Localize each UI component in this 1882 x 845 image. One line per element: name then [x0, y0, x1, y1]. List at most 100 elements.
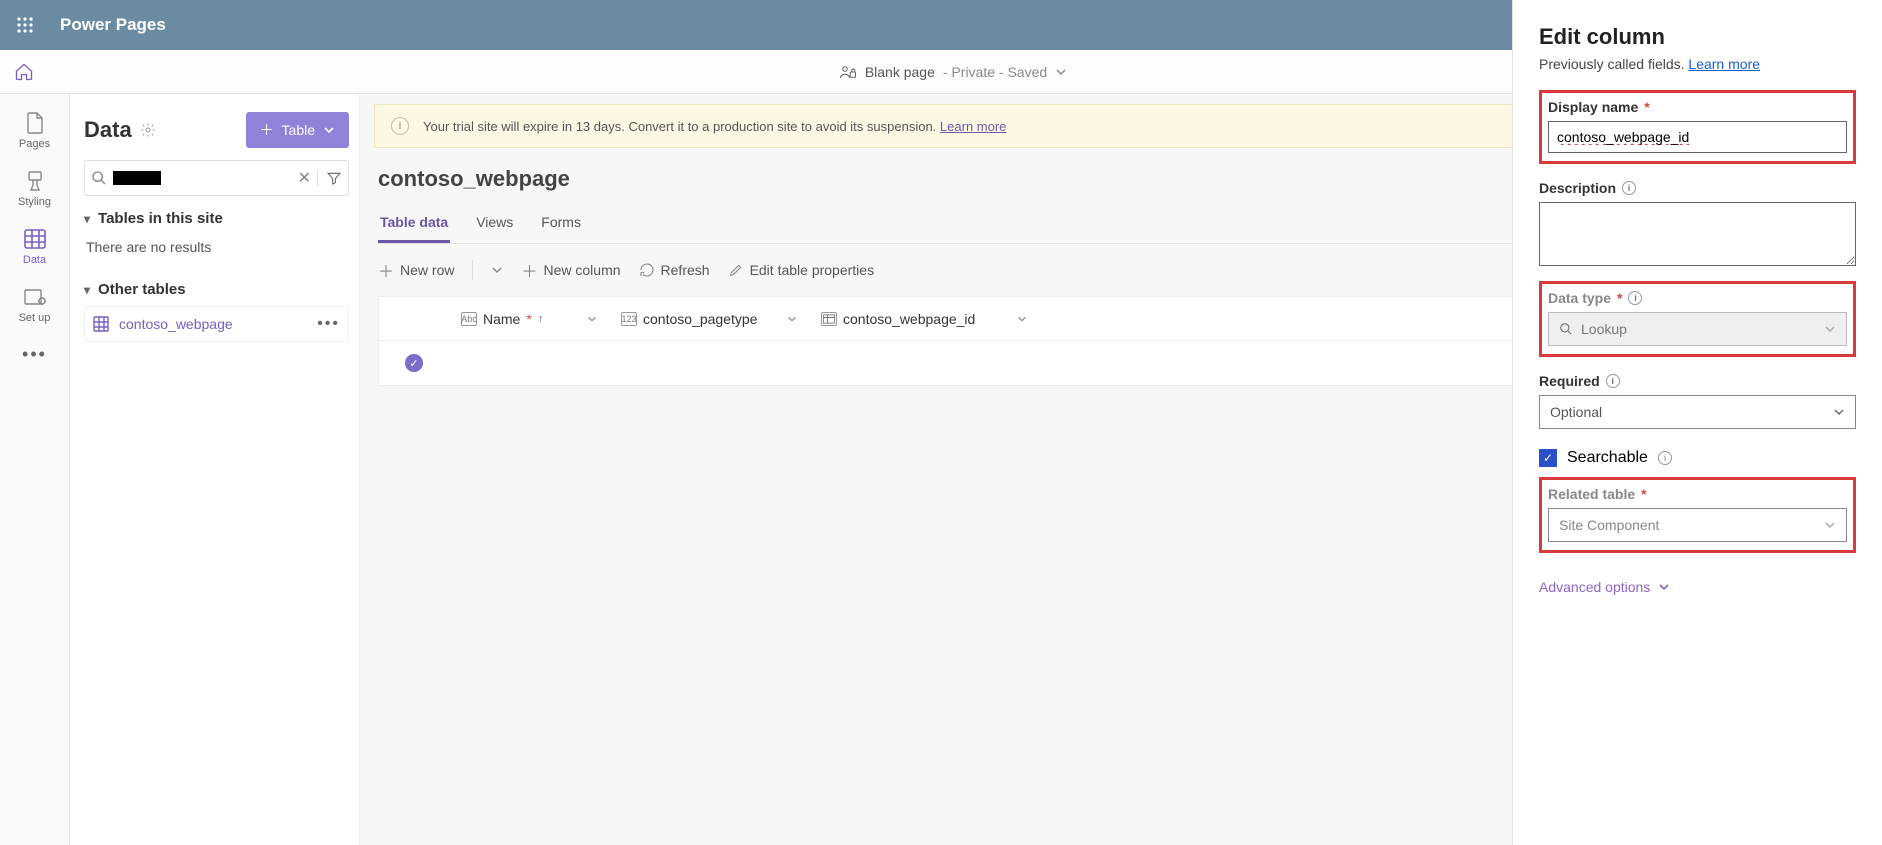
new-column-button[interactable]: ＋ New column: [521, 258, 620, 282]
description-label: Description: [1539, 180, 1616, 196]
flyout-subtitle: Previously called fields.: [1539, 56, 1685, 72]
filter-icon[interactable]: [317, 170, 342, 186]
table-name: contoso_webpage: [119, 316, 233, 332]
new-row-split-chevron[interactable]: [491, 264, 503, 276]
brand-title: Power Pages: [60, 15, 166, 35]
rail-item-pages[interactable]: Pages: [0, 104, 70, 158]
tab-table-data[interactable]: Table data: [378, 204, 450, 243]
chevron-down-icon[interactable]: [1055, 66, 1067, 78]
display-name-label: Display name: [1548, 99, 1638, 115]
page-status[interactable]: Blank page - Private - Saved: [839, 63, 1067, 81]
page-icon: [24, 112, 46, 134]
table-search[interactable]: ✕: [84, 160, 349, 196]
info-icon[interactable]: i: [1622, 181, 1636, 195]
rail-item-data[interactable]: Data: [0, 220, 70, 274]
rail-item-styling[interactable]: Styling: [0, 162, 70, 216]
display-name-input[interactable]: [1548, 121, 1847, 153]
plus-icon: ＋: [378, 258, 394, 282]
refresh-icon: [639, 262, 655, 278]
required-select[interactable]: Optional: [1539, 395, 1856, 429]
chevron-down-icon[interactable]: [587, 314, 597, 324]
chevron-down-icon: [1824, 519, 1836, 531]
chevron-down-icon: [1833, 406, 1845, 418]
brush-icon: [24, 170, 46, 192]
column-header-webpageid[interactable]: contoso_webpage_id: [809, 311, 1039, 327]
chevron-down-icon: [1824, 323, 1836, 335]
data-type-value: Lookup: [1581, 321, 1627, 337]
rail-label: Data: [23, 254, 46, 266]
chevron-down-icon[interactable]: [1017, 314, 1027, 324]
edit-table-properties-button[interactable]: Edit table properties: [728, 262, 875, 278]
edit-column-panel: Edit column Previously called fields. Le…: [1512, 0, 1882, 845]
plus-icon: ＋: [260, 120, 274, 140]
app-launcher-icon[interactable]: [10, 10, 40, 40]
chevron-down-icon: [323, 124, 335, 136]
section-other-tables[interactable]: ▾ Other tables: [84, 281, 349, 298]
table-icon: [93, 316, 109, 332]
setup-icon: [24, 286, 46, 308]
rail-label: Set up: [19, 312, 51, 324]
clear-search-icon[interactable]: ✕: [292, 168, 317, 188]
new-table-button[interactable]: ＋ Table: [246, 112, 349, 148]
banner-learn-more-link[interactable]: Learn more: [940, 119, 1006, 134]
table-list-item[interactable]: contoso_webpage •••: [84, 306, 349, 342]
search-query-redacted: [113, 171, 161, 185]
chevron-down-icon: ▾: [84, 283, 90, 297]
col-label: Name: [483, 311, 520, 327]
search-icon: [1559, 322, 1573, 336]
required-label: Required: [1539, 373, 1600, 389]
chevron-down-icon: [1658, 581, 1670, 593]
pencil-icon: [728, 262, 744, 278]
banner-text: Your trial site will expire in 13 days. …: [423, 119, 936, 134]
refresh-label: Refresh: [661, 262, 710, 278]
table-icon: [24, 228, 46, 250]
page-name: Blank page: [865, 64, 935, 80]
number-type-icon: 123: [621, 312, 637, 326]
tab-views[interactable]: Views: [474, 204, 515, 243]
description-input[interactable]: [1539, 202, 1856, 266]
side-panel-title: Data: [84, 117, 132, 143]
new-row-button[interactable]: ＋ New row: [378, 258, 454, 282]
col-label: contoso_webpage_id: [843, 311, 975, 327]
no-results-text: There are no results: [84, 235, 349, 269]
flyout-learn-more-link[interactable]: Learn more: [1688, 56, 1760, 72]
highlight-display-name: Display name*: [1539, 90, 1856, 164]
info-icon[interactable]: i: [1606, 374, 1620, 388]
related-table-label: Related table: [1548, 486, 1635, 502]
data-type-select: Lookup: [1548, 312, 1847, 346]
plus-icon: ＋: [521, 258, 537, 282]
section-label: Tables in this site: [98, 210, 223, 227]
info-icon: i: [391, 117, 409, 135]
flyout-title: Edit column: [1539, 24, 1856, 50]
refresh-button[interactable]: Refresh: [639, 262, 710, 278]
column-header-name[interactable]: Abc Name* ↑: [449, 311, 609, 327]
searchable-label: Searchable: [1567, 449, 1648, 467]
lookup-type-icon: [821, 312, 837, 326]
info-icon[interactable]: i: [1628, 291, 1642, 305]
rail-item-more[interactable]: •••: [0, 336, 70, 373]
column-header-pagetype[interactable]: 123 contoso_pagetype: [609, 311, 809, 327]
section-tables-in-site[interactable]: ▾ Tables in this site: [84, 210, 349, 227]
required-value: Optional: [1550, 404, 1602, 420]
advanced-options-toggle[interactable]: Advanced options: [1539, 579, 1856, 595]
rail-label: Pages: [19, 138, 50, 150]
new-column-label: New column: [544, 262, 621, 278]
rail-label: Styling: [18, 196, 51, 208]
rail-item-setup[interactable]: Set up: [0, 278, 70, 332]
home-icon[interactable]: [12, 60, 36, 84]
separator: [472, 260, 473, 280]
chevron-down-icon[interactable]: [787, 314, 797, 324]
new-row-label: New row: [400, 262, 454, 278]
row-status-icon: ✓: [405, 354, 423, 372]
section-label: Other tables: [98, 281, 186, 298]
page-visibility: Private: [951, 64, 995, 80]
related-table-select: Site Component: [1548, 508, 1847, 542]
gear-icon[interactable]: [140, 122, 156, 138]
search-icon: [91, 170, 107, 186]
searchable-checkbox[interactable]: ✓: [1539, 449, 1557, 467]
info-icon[interactable]: i: [1658, 451, 1672, 465]
highlight-data-type: Data type* i Lookup: [1539, 281, 1856, 357]
highlight-related-table: Related table* Site Component: [1539, 477, 1856, 553]
tab-forms[interactable]: Forms: [539, 204, 583, 243]
more-actions-icon[interactable]: •••: [317, 315, 340, 333]
